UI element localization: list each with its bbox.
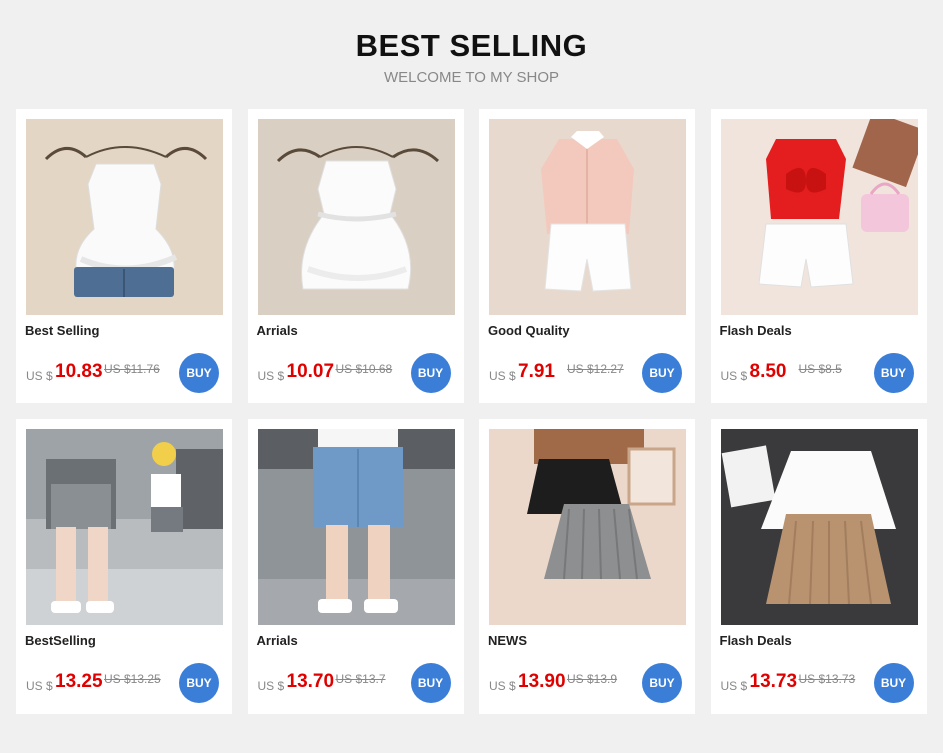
product-card[interactable]: BestSelling US $ 13.25 US $13.25 BUY (16, 419, 232, 714)
price-row: US $ 10.07 US $10.68 (258, 360, 398, 386)
buy-button[interactable]: BUY (410, 353, 451, 393)
product-card[interactable]: Best Selling US $ 10.83 US $11.76 BUY (16, 109, 232, 403)
product-grid: Best Selling US $ 10.83 US $11.76 BUY Ar… (16, 109, 932, 714)
product-image[interactable] (26, 429, 223, 625)
product-image-art (26, 429, 223, 625)
buy-button[interactable]: BUY (873, 663, 914, 703)
product-name[interactable]: Flash Deals (720, 633, 792, 648)
product-card[interactable]: Good Quality US $ 7.91 US $12.27 BUY (479, 109, 695, 403)
price-row: US $ 13.25 US $13.25 (26, 670, 166, 696)
product-image-art (26, 119, 223, 315)
product-name[interactable]: Best Selling (25, 323, 99, 338)
product-name[interactable]: NEWS (488, 633, 527, 648)
product-price: 10.07 (286, 361, 335, 382)
product-image-art (489, 119, 686, 315)
currency-label: US $ (489, 369, 516, 383)
original-price: US $11.76 (104, 362, 160, 376)
page-subtitle: WELCOME TO MY SHOP (383, 69, 560, 86)
original-price: US $10.68 (335, 362, 393, 376)
product-image-art (720, 119, 918, 315)
buy-button[interactable]: BUY (873, 353, 914, 393)
product-price: 13.25 (55, 671, 103, 692)
product-name[interactable]: Flash Deals (720, 323, 792, 338)
original-price: US $13.7 (335, 672, 386, 686)
product-name[interactable]: Good Quality (488, 323, 570, 338)
currency-label: US $ (26, 679, 53, 693)
product-name[interactable]: BestSelling (25, 633, 96, 648)
currency-label: US $ (489, 679, 516, 693)
product-price: 7.91 (518, 361, 555, 382)
product-name[interactable]: Arrials (257, 633, 298, 648)
product-price: 10.83 (55, 361, 103, 382)
buy-button[interactable]: BUY (642, 663, 682, 703)
price-row: US $ 13.73 US $13.73 (721, 670, 861, 696)
product-card[interactable]: NEWS US $ 13.90 US $13.9 BUY (479, 419, 695, 714)
original-price: US $13.9 (567, 672, 618, 686)
product-image-art (257, 119, 455, 315)
product-card[interactable]: Flash Deals US $ 13.73 US $13.73 BUY (710, 419, 927, 714)
page-title: BEST SELLING (355, 28, 588, 63)
product-card[interactable]: Flash Deals US $ 8.50 US $8.5 BUY (710, 109, 927, 403)
original-price: US $13.25 (104, 672, 161, 686)
product-image[interactable] (26, 119, 223, 315)
product-image[interactable] (720, 429, 918, 625)
currency-label: US $ (26, 369, 53, 383)
currency-label: US $ (257, 679, 285, 693)
price-row: US $ 10.83 US $11.76 (26, 360, 166, 386)
product-card[interactable]: Arrials US $ 10.07 US $10.68 BUY (247, 109, 464, 403)
buy-button[interactable]: BUY (179, 663, 219, 703)
product-price: 13.70 (286, 671, 335, 692)
product-image-art (257, 429, 455, 625)
product-image[interactable] (257, 119, 455, 315)
buy-button[interactable]: BUY (410, 663, 451, 703)
buy-button[interactable]: BUY (179, 353, 219, 393)
product-image-art (720, 429, 918, 625)
product-price: 13.90 (518, 671, 566, 692)
product-price: 8.50 (749, 361, 787, 382)
product-name[interactable]: Arrials (257, 323, 298, 338)
price-row: US $ 7.91 US $12.27 (489, 360, 629, 386)
original-price: US $13.73 (798, 672, 856, 686)
product-image[interactable] (489, 119, 686, 315)
product-image-art (489, 429, 686, 625)
original-price: US $12.27 (567, 362, 624, 376)
currency-label: US $ (720, 679, 748, 693)
original-price: US $8.5 (798, 362, 842, 376)
page-header: BEST SELLING WELCOME TO MY SHOP (0, 24, 943, 88)
product-card[interactable]: Arrials US $ 13.70 US $13.7 BUY (247, 419, 464, 714)
price-row: US $ 13.90 US $13.9 (489, 670, 629, 696)
currency-label: US $ (720, 369, 748, 383)
buy-button[interactable]: BUY (642, 353, 682, 393)
currency-label: US $ (257, 369, 285, 383)
product-image[interactable] (257, 429, 455, 625)
price-row: US $ 13.70 US $13.7 (258, 670, 398, 696)
product-image[interactable] (489, 429, 686, 625)
product-image[interactable] (720, 119, 918, 315)
price-row: US $ 8.50 US $8.5 (721, 360, 861, 386)
product-price: 13.73 (749, 671, 798, 692)
